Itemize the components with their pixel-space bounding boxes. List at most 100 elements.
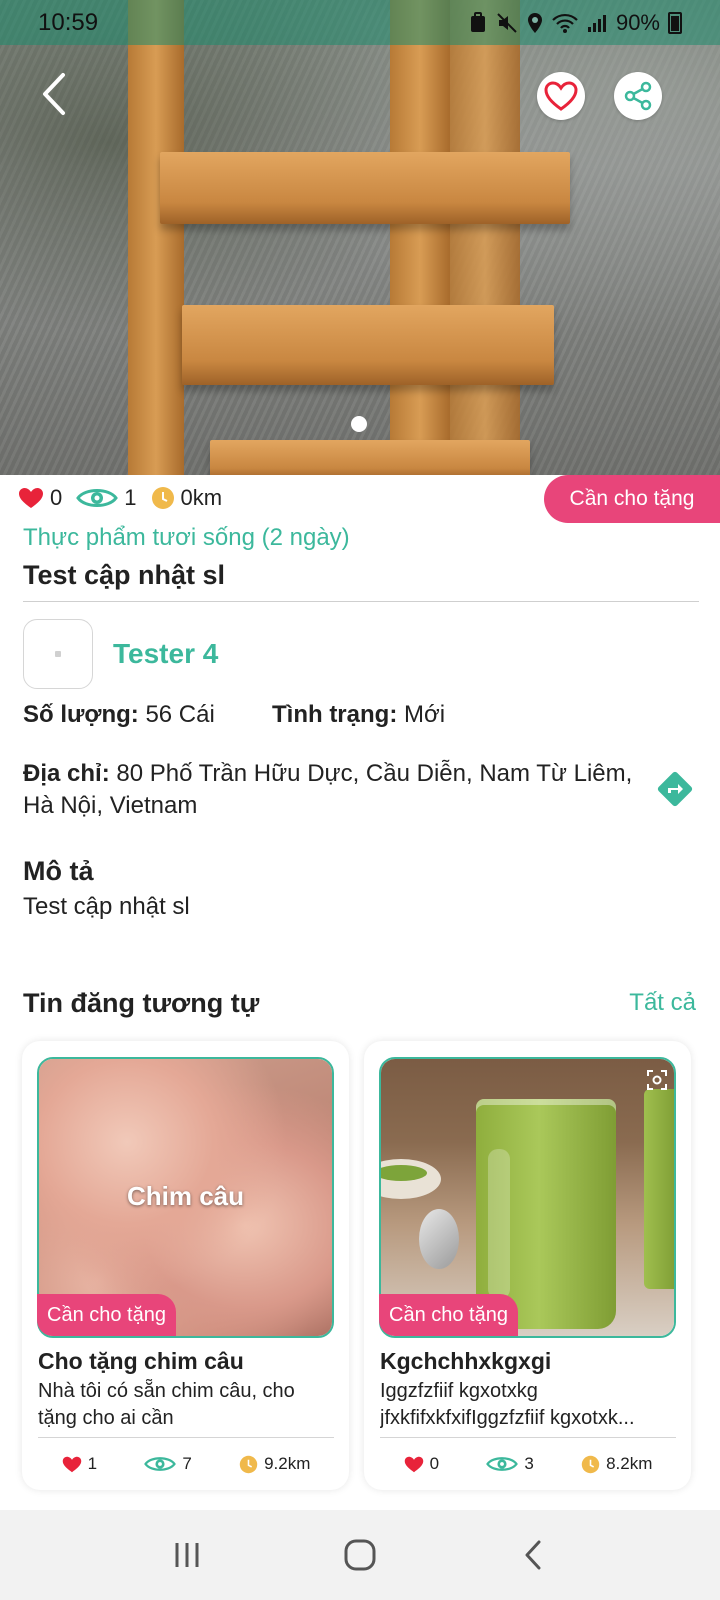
card-views: 3 [486, 1454, 534, 1474]
views-count: 1 [124, 485, 137, 510]
see-all-link[interactable]: Tất cả [629, 989, 696, 1017]
heart-icon [62, 1456, 81, 1472]
eye-icon [76, 489, 119, 507]
post-detail-screen: 10:59 90% 0 1 0km Cần cho tặng Thực phẩm… [0, 0, 720, 1600]
card-description-line: jfxkfifxkfxifIggzfzfiif kgxotxk... [380, 1407, 635, 1429]
eye-icon [486, 1457, 519, 1471]
directions-icon [657, 771, 693, 807]
card-divider [38, 1437, 334, 1438]
product-image-carousel[interactable] [0, 0, 720, 475]
avatar[interactable] [23, 619, 93, 689]
card-distance-value: 8.2km [606, 1454, 653, 1473]
eye-icon [144, 1457, 177, 1471]
likes-stat: 0 [18, 485, 62, 511]
distance-stat: 0km [151, 485, 223, 511]
location-icon [527, 12, 542, 33]
shelf-middle-post [390, 0, 450, 475]
card-description: Nhà tôi có sẵn chim câu, cho tặng cho ai… [38, 1378, 334, 1432]
battery-percent: 90% [615, 9, 660, 35]
side-glass [644, 1089, 674, 1289]
condition-label: Tình trạng: [272, 701, 398, 728]
similar-post-card[interactable]: Cần cho tặng Kgchchhxkgxgi Iggzfzfiif kg… [364, 1041, 691, 1490]
battery-icon [668, 11, 682, 34]
distance-value: 0km [180, 485, 223, 510]
card-views-count: 3 [524, 1454, 534, 1473]
card-views-count: 7 [182, 1454, 192, 1473]
card-stats: 1 7 9.2km [38, 1444, 334, 1484]
chevron-left-icon [43, 73, 65, 115]
quantity-label: Số lượng: [23, 701, 139, 728]
shelf-left-post [128, 0, 184, 475]
card-divider [380, 1437, 676, 1438]
share-button[interactable] [614, 72, 662, 120]
card-title: Cho tặng chim câu [38, 1348, 244, 1374]
system-navigation-bar [0, 1510, 720, 1600]
recent-apps-button[interactable] [157, 1525, 217, 1585]
similar-post-card[interactable]: Chim câu Cần cho tặng Cho tặng chim câu … [22, 1041, 349, 1490]
post-stats: 0 1 0km [18, 485, 228, 511]
status-bar: 10:59 90% [0, 0, 720, 45]
views-stat: 1 [76, 485, 137, 511]
card-status-tag: Cần cho tặng [379, 1294, 518, 1336]
card-description-line: Iggzfzfiif kgxotxkg [380, 1380, 538, 1402]
back-icon [525, 1540, 541, 1570]
card-description: Iggzfzfiif kgxotxkg jfxkfifxkfxifIggzfzf… [380, 1378, 676, 1432]
home-button[interactable] [330, 1525, 390, 1585]
divider [23, 601, 699, 602]
card-title: Kgchchhxkgxgi [380, 1348, 552, 1374]
shelf-board-top [160, 152, 570, 224]
status-tag: Cần cho tặng [544, 475, 720, 523]
wifi-icon [552, 13, 578, 33]
signal-icon [587, 14, 606, 32]
directions-button[interactable] [654, 768, 696, 810]
clock-icon [239, 1455, 258, 1473]
card-stats: 0 3 8.2km [380, 1444, 676, 1484]
spoon [419, 1209, 459, 1269]
favorite-button[interactable] [537, 72, 585, 120]
heart-icon [404, 1456, 423, 1472]
likes-count: 0 [50, 485, 63, 510]
description-heading: Mô tả [23, 856, 94, 886]
card-description-line: Nhà tôi có sẵn chim câu, cho [38, 1380, 295, 1402]
card-image-caption: Chim câu [126, 1181, 245, 1211]
shelf-board-bottom [210, 440, 530, 475]
street-background [0, 0, 720, 475]
card-status-tag: Cần cho tặng [37, 1294, 176, 1336]
card-description-line: tặng cho ai cần [38, 1407, 174, 1429]
avatar-placeholder-icon [55, 651, 61, 657]
card-views: 7 [144, 1454, 192, 1474]
mute-icon [497, 12, 517, 33]
post-category: Thực phẩm tươi sống (2 ngày) [23, 524, 350, 551]
owner-name[interactable]: Tester 4 [113, 638, 218, 670]
recent-apps-icon [175, 1543, 199, 1567]
shelf-board-middle [182, 305, 554, 385]
description-text: Test cập nhật sl [23, 893, 190, 920]
status-time: 10:59 [38, 8, 99, 36]
system-back-button[interactable] [503, 1525, 563, 1585]
condition-field: Tình trạng: Mới [272, 701, 445, 729]
quantity-field: Số lượng: 56 Cái [23, 701, 215, 729]
similar-posts-heading: Tin đăng tương tự [23, 988, 260, 1018]
status-icons: 90% [468, 10, 682, 36]
clock-icon [581, 1455, 600, 1473]
address-field: Địa chỉ: 80 Phố Trần Hữu Dực, Cầu Diễn, … [23, 758, 643, 822]
address-label: Địa chỉ: [23, 760, 110, 787]
address-value: 80 Phố Trần Hữu Dực, Cầu Diễn, Nam Từ Li… [23, 760, 633, 819]
back-button[interactable] [32, 70, 76, 118]
card-distance: 9.2km [239, 1454, 310, 1474]
card-likes-count: 0 [429, 1454, 440, 1473]
heart-outline-icon [544, 81, 578, 111]
scan-icon [647, 1070, 667, 1090]
card-likes: 0 [404, 1454, 439, 1474]
heart-icon [19, 488, 43, 508]
card-distance-value: 9.2km [264, 1454, 311, 1473]
quantity-value: 56 Cái [145, 701, 215, 728]
clock-icon [151, 487, 174, 509]
card-likes: 1 [62, 1454, 97, 1474]
shelf-back-panel [450, 0, 520, 475]
card-likes-count: 1 [87, 1454, 98, 1473]
home-icon [344, 1539, 376, 1571]
card-distance: 8.2km [581, 1454, 652, 1474]
carousel-dot-indicator [351, 416, 367, 432]
post-title: Test cập nhật sl [23, 560, 226, 590]
